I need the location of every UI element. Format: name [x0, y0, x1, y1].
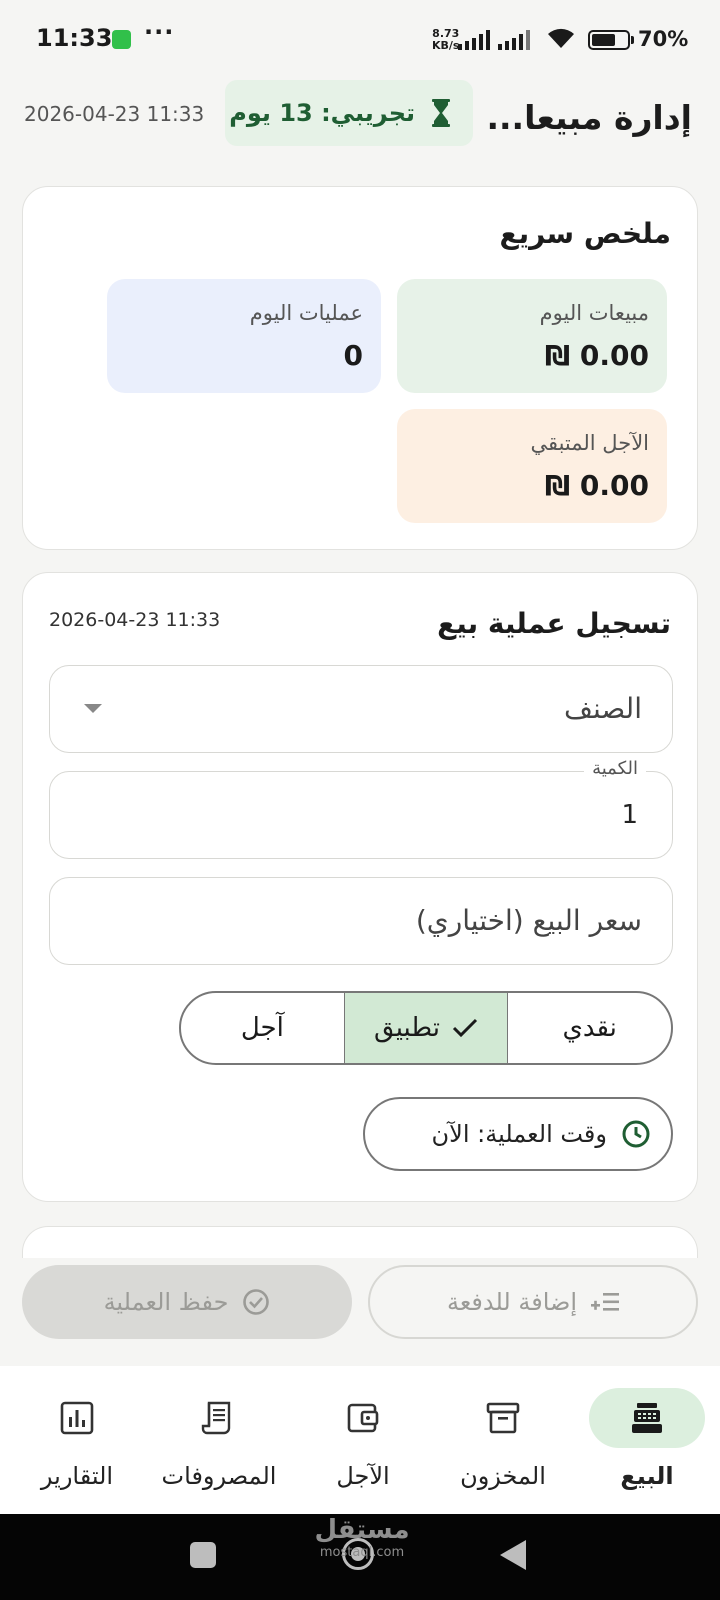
whatsapp-notification-icon — [112, 30, 131, 49]
add-to-batch-button[interactable]: إضافة للدفعة — [368, 1265, 698, 1339]
trial-text: تجريبي: 13 يوم — [229, 99, 415, 127]
recent-apps-icon[interactable] — [190, 1542, 216, 1568]
action-bar: إضافة للدفعة حفظ العملية — [0, 1258, 720, 1358]
quantity-value: 1 — [621, 800, 638, 830]
transaction-time-button[interactable]: وقت العملية: الآن — [363, 1097, 673, 1171]
sale-form-card: تسجيل عملية بيع 2026-04-23 11:33 الصنف ا… — [22, 572, 698, 1202]
system-navigation-bar: مستقل mostaql.com — [0, 1514, 720, 1600]
sale-form-title: تسجيل عملية بيع — [437, 607, 671, 640]
remaining-credit-value: 0.00 ₪ — [544, 469, 649, 502]
summary-card: ملخص سريع مبيعات اليوم 0.00 ₪ عمليات الي… — [22, 186, 698, 550]
bottom-navigation: البيع المخزون الآجل المصروفات التقارير — [0, 1366, 720, 1514]
wallet-icon — [347, 1403, 379, 1433]
archive-box-icon — [486, 1402, 520, 1434]
signal-2-icon — [498, 30, 530, 50]
summary-title: ملخص سريع — [499, 217, 672, 250]
signal-icon — [458, 30, 490, 50]
check-circle-icon — [243, 1289, 270, 1315]
item-select[interactable]: الصنف — [49, 665, 673, 753]
add-to-batch-label: إضافة للدفعة — [446, 1288, 578, 1316]
today-ops-value: 0 — [343, 339, 363, 372]
transaction-time-label: وقت العملية: الآن — [431, 1120, 607, 1148]
today-ops-tile: عمليات اليوم 0 — [107, 279, 381, 393]
nav-label-expenses: المصروفات — [161, 1462, 277, 1490]
payment-option-app[interactable]: تطبيق — [343, 993, 508, 1063]
watermark: مستقل mostaql.com — [314, 1515, 410, 1560]
nav-label-reports: التقارير — [40, 1462, 114, 1490]
today-sales-tile: مبيعات اليوم 0.00 ₪ — [397, 279, 667, 393]
header-datetime: 2026-04-23 11:33 — [24, 102, 205, 126]
more-notifications-icon: ··· — [144, 18, 175, 46]
page-title: إدارة مبيعا... — [486, 98, 692, 137]
wifi-icon — [548, 28, 574, 48]
nav-item-sales[interactable]: البيع — [584, 1366, 705, 1514]
payment-option-credit[interactable]: آجل — [181, 993, 344, 1063]
nav-label-credit: الآجل — [336, 1462, 390, 1490]
remaining-credit-label: الآجل المتبقي — [530, 431, 649, 455]
network-speed: 8.73 KB/s — [432, 27, 460, 52]
nav-item-reports[interactable]: التقارير — [14, 1366, 134, 1514]
status-time: 11:33 — [36, 24, 113, 52]
remaining-credit-tile: الآجل المتبقي 0.00 ₪ — [397, 409, 667, 523]
save-transaction-button[interactable]: حفظ العملية — [22, 1265, 352, 1339]
bar-chart-icon — [60, 1401, 94, 1435]
price-field[interactable]: سعر البيع (اختياري) — [49, 877, 673, 965]
today-sales-label: مبيعات اليوم — [539, 301, 649, 325]
payment-method-selector: نقدي تطبيق آجل — [179, 991, 673, 1065]
today-ops-label: عمليات اليوم — [249, 301, 363, 325]
receipt-icon — [201, 1401, 231, 1435]
nav-item-credit[interactable]: الآجل — [300, 1366, 420, 1514]
dropdown-arrow-icon — [84, 704, 102, 713]
price-placeholder: سعر البيع (اختياري) — [415, 904, 642, 937]
sale-form-datetime: 2026-04-23 11:33 — [49, 609, 221, 631]
cash-register-icon — [632, 1403, 662, 1433]
status-bar: 11:33 ··· 8.73 KB/s 70% — [0, 0, 720, 80]
battery-icon — [588, 30, 630, 50]
clock-icon — [622, 1120, 650, 1148]
payment-option-cash[interactable]: نقدي — [507, 993, 671, 1063]
back-icon[interactable] — [500, 1540, 526, 1570]
nav-item-expenses[interactable]: المصروفات — [156, 1366, 276, 1514]
today-sales-value: 0.00 ₪ — [544, 339, 649, 372]
quantity-field[interactable]: الكمية 1 — [49, 758, 673, 859]
app-bar: إدارة مبيعا... تجريبي: 13 يوم 2026-04-23… — [0, 80, 720, 150]
quantity-label: الكمية — [584, 758, 646, 779]
check-icon — [452, 1018, 478, 1038]
hourglass-icon — [432, 99, 450, 127]
item-select-placeholder: الصنف — [563, 692, 642, 725]
save-transaction-label: حفظ العملية — [103, 1288, 229, 1316]
nav-item-inventory[interactable]: المخزون — [440, 1366, 560, 1514]
trial-badge[interactable]: تجريبي: 13 يوم — [225, 80, 473, 146]
nav-label-sales: البيع — [620, 1462, 674, 1490]
playlist-add-icon — [591, 1293, 620, 1311]
battery-percent: 70% — [638, 27, 689, 51]
